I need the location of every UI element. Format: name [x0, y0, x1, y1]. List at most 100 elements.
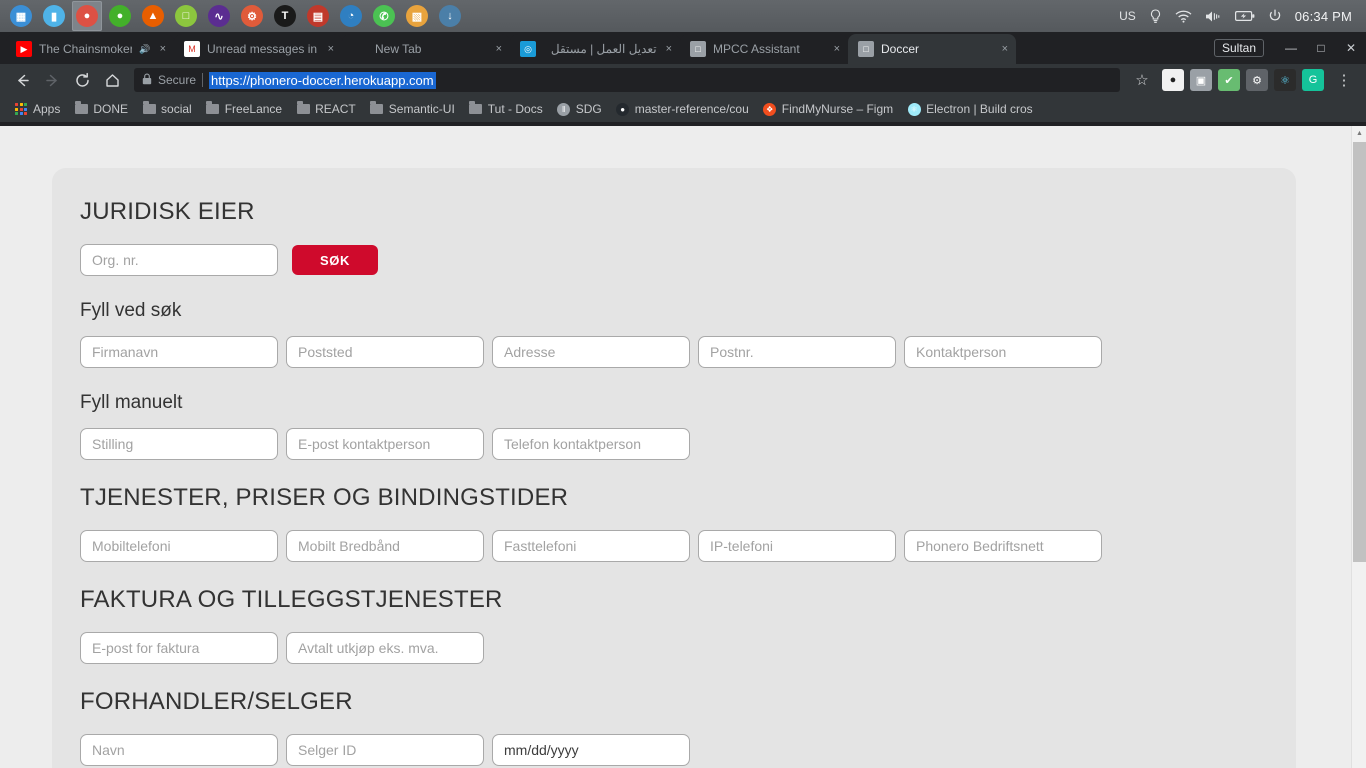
tab-close-button[interactable]: ×	[832, 43, 840, 55]
url-input[interactable]: https://phonero-doccer.herokuapp.com	[209, 71, 436, 89]
poststed-input[interactable]: Poststed	[286, 336, 484, 368]
folder-icon	[296, 101, 310, 116]
minimize-button[interactable]: —	[1276, 32, 1306, 64]
app-icon-updates[interactable]: ↓	[435, 1, 465, 31]
postnr-input[interactable]: Postnr.	[698, 336, 896, 368]
org-nr-input[interactable]: Org. nr.	[80, 244, 278, 276]
close-window-button[interactable]: ✕	[1336, 32, 1366, 64]
app-icon-whatsapp[interactable]: ✆	[369, 1, 399, 31]
firmanavn-input[interactable]: Firmanavn	[80, 336, 278, 368]
volume-icon[interactable]	[1205, 10, 1222, 23]
maximize-button[interactable]: □	[1306, 32, 1336, 64]
power-icon[interactable]	[1268, 9, 1282, 23]
extension-settings-gear[interactable]: ⚙	[1246, 69, 1268, 91]
kontaktperson-input[interactable]: Kontaktperson	[904, 336, 1102, 368]
avtalt-utkjop-input[interactable]: Avtalt utkjøp eks. mva.	[286, 632, 484, 664]
extension-adguard[interactable]: ✔	[1218, 69, 1240, 91]
app-icon-fonts[interactable]: T	[270, 1, 300, 31]
browser-toolbar[interactable]: Secure https://phonero-doccer.herokuapp.…	[0, 64, 1366, 96]
bookmark-item[interactable]: ❖ FindMyNurse – Figm	[757, 100, 899, 118]
tab-title: Unread messages in ga	[207, 42, 319, 56]
epost-kontaktperson-input[interactable]: E-post kontaktperson	[286, 428, 484, 460]
section-heading-tjenester-priser-bindingstider: TJENESTER, PRISER OG BINDINGSTIDER	[80, 484, 569, 511]
app-icon-trash[interactable]: □	[171, 1, 201, 31]
subsection-heading: Fyll manuelt	[80, 392, 183, 413]
bookmark-item[interactable]: REACT	[290, 100, 362, 118]
app-icon-vlc[interactable]: ▲	[138, 1, 168, 31]
battery-icon[interactable]	[1234, 10, 1255, 22]
browser-tab[interactable]: □ MPCC Assistant ×	[680, 34, 848, 64]
bookmark-label: Electron | Build cros	[926, 102, 1033, 116]
extension-react-devtools[interactable]: ⚛	[1274, 69, 1296, 91]
scrollbar-thumb[interactable]	[1353, 142, 1366, 562]
mobilt-bredband-input[interactable]: Mobilt Bredbånd	[286, 530, 484, 562]
tab-close-button[interactable]: ×	[326, 43, 334, 55]
bookmark-item[interactable]: social	[136, 100, 198, 118]
dato-input[interactable]: mm/dd/yyyy	[492, 734, 690, 766]
app-icon-settings[interactable]: ⚙	[237, 1, 267, 31]
bookmark-item[interactable]: Apps	[8, 100, 66, 118]
back-arrow-icon[interactable]	[8, 66, 36, 94]
tab-close-button[interactable]: ×	[664, 43, 672, 55]
browser-tab[interactable]: ▶ The Chainsmokers - 🔊 ×	[6, 34, 174, 64]
section-heading-juridisk-eier: JURIDISK EIER	[80, 198, 255, 225]
scroll-up-arrow[interactable]: ▲	[1352, 126, 1366, 140]
keyboard-layout-indicator[interactable]: US	[1119, 10, 1136, 22]
reload-icon[interactable]	[68, 66, 96, 94]
tab-strip[interactable]: ▶ The Chainsmokers - 🔊 × M Unread messages i…	[0, 32, 1366, 64]
tab-close-button[interactable]: ×	[1000, 43, 1008, 55]
lightbulb-icon[interactable]	[1149, 8, 1162, 24]
bookmark-item[interactable]: FreeLance	[200, 100, 288, 118]
stilling-input[interactable]: Stilling	[80, 428, 278, 460]
bookmark-item[interactable]: DONE	[68, 100, 134, 118]
browser-tab[interactable]: □ Doccer ×	[848, 34, 1016, 64]
sok-button[interactable]: SØK	[292, 245, 378, 275]
navn-input[interactable]: Navn	[80, 734, 278, 766]
browser-tab[interactable]: ◎ تعديل العمل | مستقل ×	[510, 34, 680, 64]
adresse-input[interactable]: Adresse	[492, 336, 690, 368]
app-icon-audio-analyzer[interactable]: ∿	[204, 1, 234, 31]
bookmark-item[interactable]: ● master-reference/cou	[610, 100, 755, 118]
app-icon-google-chrome[interactable]: ●	[72, 1, 102, 31]
toolbar-actions[interactable]: ☆ ● ▣ ✔ ⚙ ⚛ G ⋮	[1128, 66, 1358, 94]
tab-title: The Chainsmokers -	[39, 42, 133, 56]
profile-name-button[interactable]: Sultan	[1213, 39, 1264, 57]
bookmark-item[interactable]: Tut - Docs	[463, 100, 549, 118]
fasttelefoni-input[interactable]: Fasttelefoni	[492, 530, 690, 562]
app-icon-calculator[interactable]: ▤	[303, 1, 333, 31]
wifi-icon[interactable]	[1175, 10, 1192, 23]
bookmark-star-icon[interactable]: ☆	[1128, 66, 1156, 94]
extension-ghostery[interactable]: ●	[1162, 69, 1184, 91]
tab-close-button[interactable]: ×	[494, 43, 502, 55]
telefon-kontaktperson-input[interactable]: Telefon kontaktperson	[492, 428, 690, 460]
chrome-menu-icon[interactable]: ⋮	[1330, 66, 1358, 94]
selger-id-input[interactable]: Selger ID	[286, 734, 484, 766]
app-icon-anaconda[interactable]: ●	[105, 1, 135, 31]
app-icon-files[interactable]: ▦	[6, 1, 36, 31]
browser-tab[interactable]: M Unread messages in ga ×	[174, 34, 342, 64]
taskbar-launcher[interactable]: ▦ ▮ ● ● ▲ □ ∿ ⚙ T ▤ ◔ ✆ ▧ ↓	[6, 1, 465, 31]
epost-for-faktura-input[interactable]: E-post for faktura	[80, 632, 278, 664]
bookmarks-bar[interactable]: Apps DONE social FreeLance REACT Semantic-UI T…	[0, 96, 1366, 122]
app-icon-archive[interactable]: ▧	[402, 1, 432, 31]
bookmark-item[interactable]: Semantic-UI	[364, 100, 461, 118]
home-icon[interactable]	[98, 66, 126, 94]
app-icon-text-editor[interactable]: ▮	[39, 1, 69, 31]
ip-telefoni-input[interactable]: IP-telefoni	[698, 530, 896, 562]
bookmark-item[interactable]: ‖ SDG	[551, 100, 608, 118]
app-icon-network[interactable]: ◔	[336, 1, 366, 31]
phonero-bedriftsnett-input[interactable]: Phonero Bedriftsnett	[904, 530, 1102, 562]
window-controls[interactable]: Sultan — □ ✕	[1213, 32, 1366, 64]
security-status-label: Secure	[158, 73, 197, 87]
bookmark-label: social	[161, 102, 192, 116]
tab-close-button[interactable]: ×	[158, 43, 166, 55]
extension-bitwarden[interactable]: ▣	[1190, 69, 1212, 91]
tab-audio-icon[interactable]: 🔊	[139, 44, 150, 55]
extension-grammarly[interactable]: G	[1302, 69, 1324, 91]
bookmark-item[interactable]: ⚛ Electron | Build cros	[901, 100, 1039, 118]
taskbar-clock[interactable]: 06:34 PM	[1295, 9, 1352, 24]
browser-tab[interactable]: New Tab ×	[342, 34, 510, 64]
vertical-scrollbar[interactable]: ▲	[1351, 126, 1366, 768]
address-bar[interactable]: Secure https://phonero-doccer.herokuapp.…	[134, 68, 1120, 92]
mobiltelefoni-input[interactable]: Mobiltelefoni	[80, 530, 278, 562]
